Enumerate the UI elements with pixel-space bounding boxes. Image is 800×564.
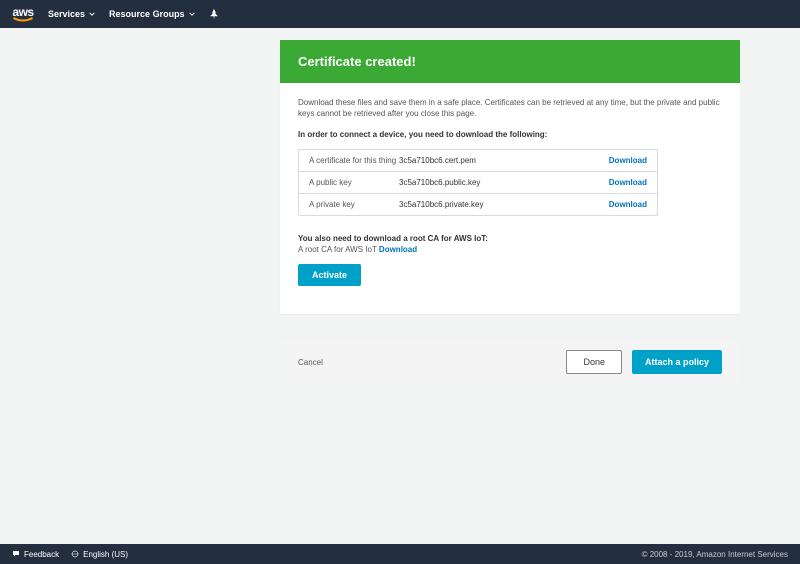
- pin-icon: [209, 9, 219, 19]
- table-row: A certificate for this thing 3c5a710bc6.…: [299, 150, 657, 171]
- attach-policy-button[interactable]: Attach a policy: [632, 350, 722, 374]
- done-button[interactable]: Done: [566, 350, 622, 374]
- table-row: A public key 3c5a710bc6.public.key Downl…: [299, 171, 657, 193]
- speech-bubble-icon: [12, 550, 20, 558]
- nav-resource-groups-label: Resource Groups: [109, 9, 185, 19]
- cancel-link[interactable]: Cancel: [298, 358, 323, 367]
- globe-icon: [71, 550, 79, 558]
- nav-pin[interactable]: [209, 9, 219, 19]
- copyright: © 2008 - 2019, Amazon Internet Services: [642, 550, 788, 559]
- nav-resource-groups[interactable]: Resource Groups: [109, 9, 195, 19]
- download-link-cert[interactable]: Download: [609, 156, 647, 165]
- activate-button[interactable]: Activate: [298, 264, 361, 286]
- certificate-panel: Certificate created! Download these file…: [280, 40, 740, 314]
- wizard-footer: Cancel Done Attach a policy: [280, 340, 740, 384]
- console-bottom-bar: Feedback English (US) © 2008 - 2019, Ama…: [0, 544, 800, 564]
- chevron-down-icon: [189, 11, 195, 17]
- language-selector[interactable]: English (US): [71, 550, 128, 559]
- success-banner: Certificate created!: [280, 40, 740, 83]
- file-desc: A private key: [309, 200, 399, 209]
- file-name: 3c5a710bc6.private.key: [399, 200, 587, 209]
- feedback-label: Feedback: [24, 550, 59, 559]
- root-ca-sub-prefix: A root CA for AWS IoT: [298, 245, 379, 254]
- nav-services[interactable]: Services: [48, 9, 95, 19]
- panel-body: Download these files and save them in a …: [280, 83, 740, 314]
- file-name: 3c5a710bc6.public.key: [399, 178, 587, 187]
- aws-logo[interactable]: aws: [12, 6, 34, 23]
- bottom-left: Feedback English (US): [12, 550, 128, 559]
- root-ca-download-link[interactable]: Download: [379, 245, 417, 254]
- download-table: A certificate for this thing 3c5a710bc6.…: [298, 149, 658, 216]
- download-link-public[interactable]: Download: [609, 178, 647, 187]
- aws-swoosh-icon: [12, 17, 34, 23]
- file-desc: A certificate for this thing: [309, 156, 399, 165]
- file-desc: A public key: [309, 178, 399, 187]
- chevron-down-icon: [89, 11, 95, 17]
- feedback-link[interactable]: Feedback: [12, 550, 59, 559]
- table-row: A private key 3c5a710bc6.private.key Dow…: [299, 193, 657, 215]
- instruction-text: In order to connect a device, you need t…: [298, 129, 722, 140]
- root-ca-sub: A root CA for AWS IoT Download: [298, 245, 722, 254]
- top-nav: aws Services Resource Groups: [0, 0, 800, 28]
- root-ca-block: You also need to download a root CA for …: [298, 234, 722, 254]
- language-label: English (US): [83, 550, 128, 559]
- banner-title: Certificate created!: [298, 54, 416, 69]
- download-link-private[interactable]: Download: [609, 200, 647, 209]
- file-name: 3c5a710bc6.cert.pem: [399, 156, 587, 165]
- root-ca-title: You also need to download a root CA for …: [298, 234, 722, 243]
- nav-services-label: Services: [48, 9, 85, 19]
- help-text: Download these files and save them in a …: [298, 97, 722, 119]
